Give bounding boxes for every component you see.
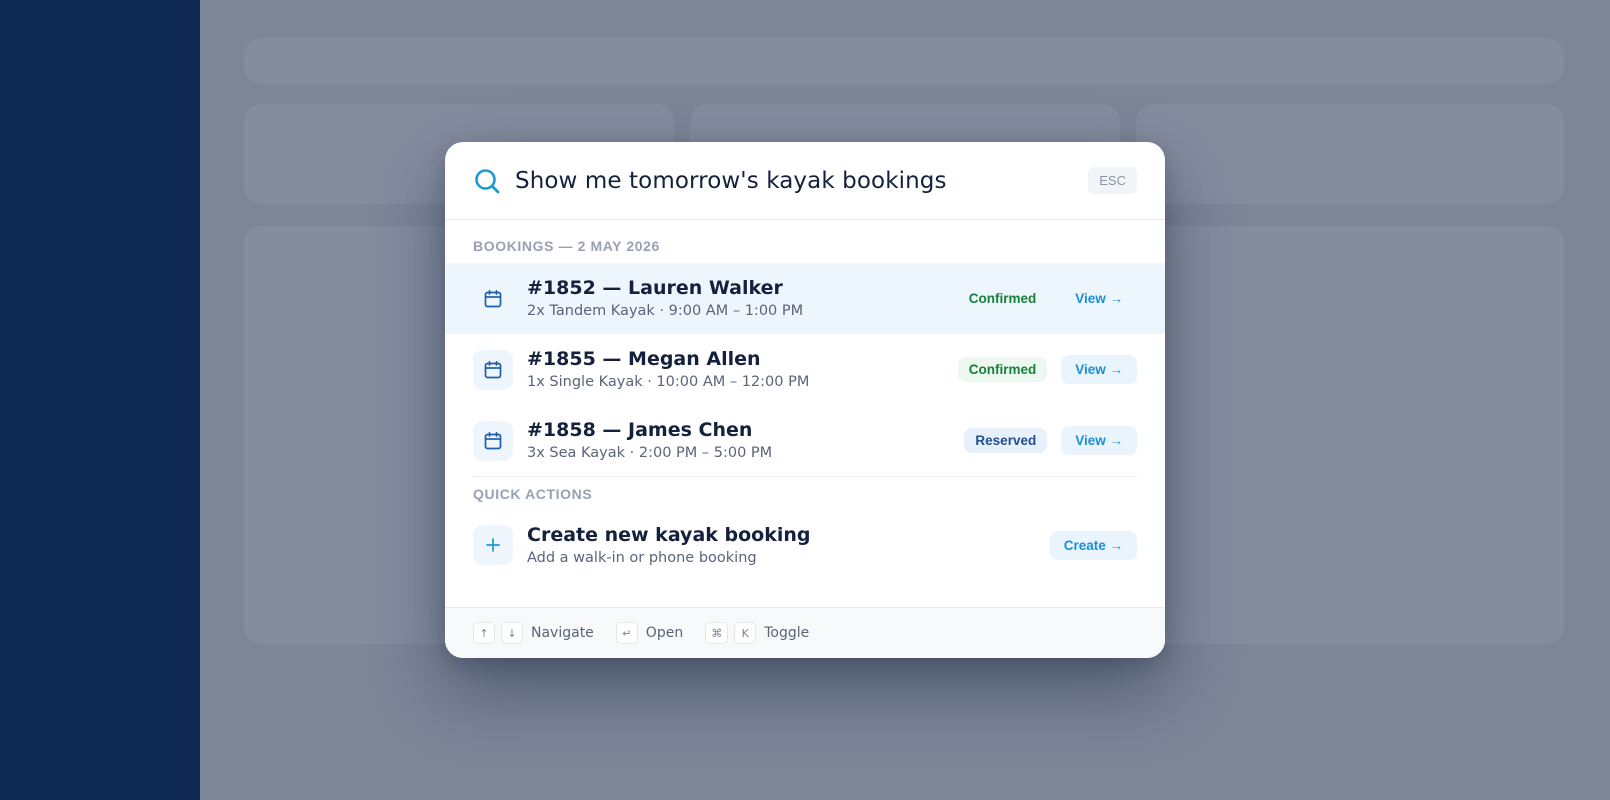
booking-details: 2x Tandem Kayak · 9:00 AM – 1:00 PM: [527, 303, 804, 319]
enter-key: ↵: [615, 622, 638, 644]
booking-title: #1852 — Lauren Walker: [527, 277, 783, 299]
app-sidebar: [0, 0, 200, 800]
booking-details: 1x Single Kayak · 10:00 AM – 12:00 PM: [527, 374, 810, 390]
status-badge: Reserved: [964, 428, 1048, 453]
section-divider: [473, 476, 1137, 477]
view-booking-button[interactable]: View →: [1061, 284, 1137, 313]
open-hint: Open: [645, 625, 684, 641]
quick-actions-label: QUICK ACTIONS: [473, 486, 593, 502]
view-booking-button[interactable]: View →: [1061, 426, 1137, 455]
calendar-icon: [473, 420, 513, 461]
booking-details: 3x Sea Kayak · 2:00 PM – 5:00 PM: [527, 445, 773, 461]
keyboard-hints-footer: ↑ ↓ Navigate ↵ Open ⌘ K Toggle: [445, 607, 1165, 658]
booking-title: #1858 — James Chen: [527, 419, 753, 441]
booking-title: #1855 — Megan Allen: [527, 348, 761, 370]
navigate-hint: Navigate: [531, 625, 594, 641]
search-input[interactable]: Show me tomorrow's kayak bookings: [515, 168, 1088, 194]
esc-key-hint[interactable]: ESC: [1088, 167, 1137, 194]
booking-row[interactable]: #1858 — James Chen 3x Sea Kayak · 2:00 P…: [445, 405, 1165, 476]
backdrop-card: [1136, 104, 1564, 204]
status-badge: Confirmed: [968, 291, 1037, 306]
status-badge: Confirmed: [957, 357, 1048, 382]
command-key: ⌘: [705, 622, 729, 644]
search-icon: [473, 167, 501, 195]
arrow-up-key: ↑: [473, 622, 495, 644]
quick-action-description: Add a walk-in or phone booking: [527, 549, 757, 566]
booking-row[interactable]: #1852 — Lauren Walker 2x Tandem Kayak · …: [445, 263, 1165, 334]
view-booking-button[interactable]: View →: [1061, 355, 1137, 384]
toggle-hint: Toggle: [764, 625, 810, 641]
bookings-section-label: BOOKINGS — 2 MAY 2026: [473, 238, 660, 254]
search-bar: Show me tomorrow's kayak bookings ESC: [445, 142, 1165, 220]
arrow-down-key: ↓: [501, 622, 523, 644]
quick-action-row[interactable]: Create new kayak booking Add a walk-in o…: [445, 512, 1165, 578]
quick-action-title: Create new kayak booking: [527, 523, 811, 546]
calendar-icon: [473, 349, 513, 390]
k-key: K: [734, 622, 757, 644]
command-palette: Show me tomorrow's kayak bookings ESC BO…: [445, 142, 1165, 658]
calendar-icon: [473, 279, 513, 319]
booking-row[interactable]: #1855 — Megan Allen 1x Single Kayak · 10…: [445, 334, 1165, 405]
create-booking-button[interactable]: Create →: [1049, 530, 1137, 560]
backdrop-topbar: [244, 38, 1564, 84]
plus-icon: [473, 525, 513, 565]
